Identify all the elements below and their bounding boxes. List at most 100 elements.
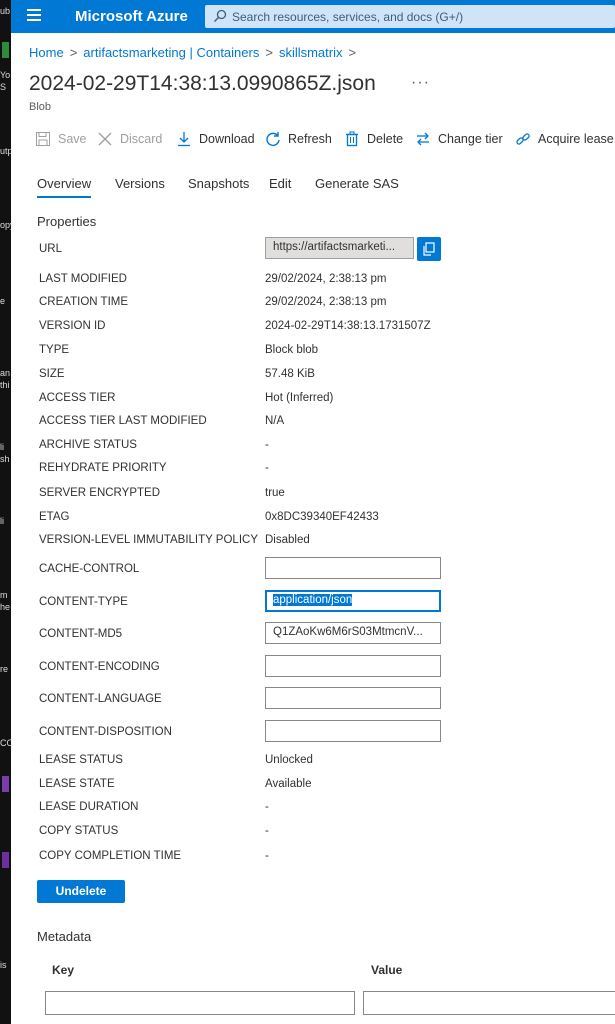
- save-label: Save: [58, 132, 87, 146]
- url-field[interactable]: https://artifactsmarketi...: [265, 237, 414, 259]
- background-text: ub: [0, 6, 11, 16]
- page-subtitle: Blob: [29, 101, 52, 113]
- acquire-lease-button[interactable]: Acquire lease: [515, 131, 614, 147]
- metadata-heading: Metadata: [37, 929, 92, 944]
- chevron-right-icon: >: [69, 45, 78, 60]
- page-title: 2024-02-29T14:38:13.0990865Z.json: [29, 72, 376, 95]
- background-strip: ub Yo S utp opy e an thi li sh li m he r…: [0, 0, 15, 1024]
- change-tier-label: Change tier: [438, 132, 503, 146]
- brand-title[interactable]: Microsoft Azure: [75, 8, 188, 25]
- chevron-right-icon: >: [348, 45, 357, 60]
- tab-overview[interactable]: Overview: [37, 176, 92, 198]
- property-label: SIZE: [39, 368, 65, 380]
- breadcrumb-home[interactable]: Home: [29, 45, 64, 60]
- property-label: COPY COMPLETION TIME: [39, 850, 182, 862]
- save-button[interactable]: Save: [35, 131, 87, 147]
- property-value: Available: [265, 778, 312, 790]
- copy-button[interactable]: [417, 237, 441, 261]
- more-options-icon[interactable]: ···: [411, 74, 430, 92]
- property-label: REHYDRATE PRIORITY: [39, 462, 167, 474]
- property-label: ACCESS TIER LAST MODIFIED: [39, 415, 207, 427]
- property-label: TYPE: [39, 344, 70, 356]
- hamburger-menu-icon[interactable]: [27, 9, 41, 23]
- content-type-label: CONTENT-TYPE: [39, 596, 128, 608]
- refresh-icon: [266, 132, 280, 146]
- search-input[interactable]: Search resources, services, and docs (G+…: [205, 5, 615, 28]
- property-label: LEASE STATE: [39, 778, 115, 790]
- property-value: -: [265, 439, 269, 451]
- property-value: 29/02/2024, 2:38:13 pm: [265, 273, 387, 285]
- background-text: S: [0, 82, 7, 92]
- content-language-label: CONTENT-LANGUAGE: [39, 693, 162, 705]
- metadata-key-input[interactable]: [45, 991, 355, 1015]
- content-type-field[interactable]: application/json: [265, 590, 441, 612]
- property-value: -: [265, 850, 269, 862]
- property-label: VERSION-LEVEL IMMUTABILITY POLICY: [39, 534, 258, 546]
- background-text: li: [0, 516, 4, 526]
- property-label: LEASE DURATION: [39, 801, 139, 813]
- property-label: VERSION ID: [39, 320, 106, 332]
- property-value: Unlocked: [265, 754, 313, 766]
- trash-icon: [346, 131, 358, 147]
- tab-edit[interactable]: Edit: [269, 176, 291, 191]
- search-placeholder: Search resources, services, and docs (G+…: [232, 10, 464, 24]
- property-value: -: [265, 801, 269, 813]
- background-text: is: [0, 960, 7, 970]
- property-value: -: [265, 462, 269, 474]
- breadcrumb-containers[interactable]: artifactsmarketing | Containers: [83, 45, 259, 60]
- property-value: -: [265, 825, 269, 837]
- search-icon: [214, 9, 227, 22]
- close-icon: [98, 132, 112, 146]
- delete-label: Delete: [367, 132, 404, 146]
- chevron-right-icon: >: [265, 45, 273, 60]
- cache-control-field[interactable]: [265, 557, 441, 579]
- property-value: Hot (Inferred): [265, 392, 334, 404]
- content-md5-label: CONTENT-MD5: [39, 628, 123, 640]
- property-value: 2024-02-29T14:38:13.1731507Z: [265, 320, 431, 332]
- background-chip: [2, 42, 9, 58]
- property-value: 57.48 KiB: [265, 368, 315, 380]
- delete-button[interactable]: Delete: [344, 131, 403, 147]
- download-icon: [178, 132, 190, 147]
- acquire-lease-label: Acquire lease: [538, 132, 614, 146]
- content-encoding-field[interactable]: [265, 655, 441, 677]
- breadcrumb-container[interactable]: skillsmatrix: [279, 45, 343, 60]
- azure-portal-window: Microsoft Azure Search resources, servic…: [11, 0, 615, 1024]
- metadata-key-header: Key: [52, 963, 75, 977]
- refresh-button[interactable]: Refresh: [265, 131, 332, 147]
- copy-icon: [423, 242, 435, 256]
- property-label: CREATION TIME: [39, 296, 129, 308]
- background-text: he: [0, 602, 11, 612]
- swap-arrows-icon: [417, 132, 429, 146]
- refresh-label: Refresh: [288, 132, 332, 146]
- property-value: Block blob: [265, 344, 319, 356]
- background-text: m: [0, 590, 8, 600]
- content-md5-field[interactable]: Q1ZAoKw6M6rS03MtmcnV...: [265, 622, 441, 644]
- breadcrumb: Home > artifactsmarketing | Containers > ski…: [29, 45, 362, 60]
- change-tier-button[interactable]: Change tier: [415, 131, 503, 147]
- undelete-button[interactable]: Undelete: [37, 880, 125, 903]
- background-text: re: [0, 664, 9, 674]
- download-button[interactable]: Download: [176, 131, 255, 147]
- properties-heading: Properties: [37, 214, 97, 229]
- property-label: LEASE STATUS: [39, 754, 123, 766]
- property-label: ACCESS TIER: [39, 392, 116, 404]
- metadata-value-input[interactable]: [363, 991, 615, 1015]
- save-icon: [36, 132, 50, 146]
- discard-label: Discard: [120, 132, 163, 146]
- discard-button[interactable]: Discard: [97, 131, 162, 147]
- tab-snapshots[interactable]: Snapshots: [188, 176, 249, 191]
- tab-generate-sas[interactable]: Generate SAS: [315, 176, 399, 191]
- tab-versions[interactable]: Versions: [115, 176, 165, 191]
- background-text: Yo: [0, 70, 11, 80]
- background-chip: [2, 852, 9, 868]
- property-value: true: [265, 487, 285, 499]
- top-bar: Microsoft Azure Search resources, servic…: [11, 0, 615, 33]
- property-label: ARCHIVE STATUS: [39, 439, 137, 451]
- property-label: LAST MODIFIED: [39, 273, 127, 285]
- content-disposition-field[interactable]: [265, 720, 441, 742]
- download-label: Download: [199, 132, 255, 146]
- property-value: 0x8DC39340EF42433: [265, 511, 379, 523]
- content-language-field[interactable]: [265, 687, 441, 709]
- metadata-value-header: Value: [371, 963, 403, 977]
